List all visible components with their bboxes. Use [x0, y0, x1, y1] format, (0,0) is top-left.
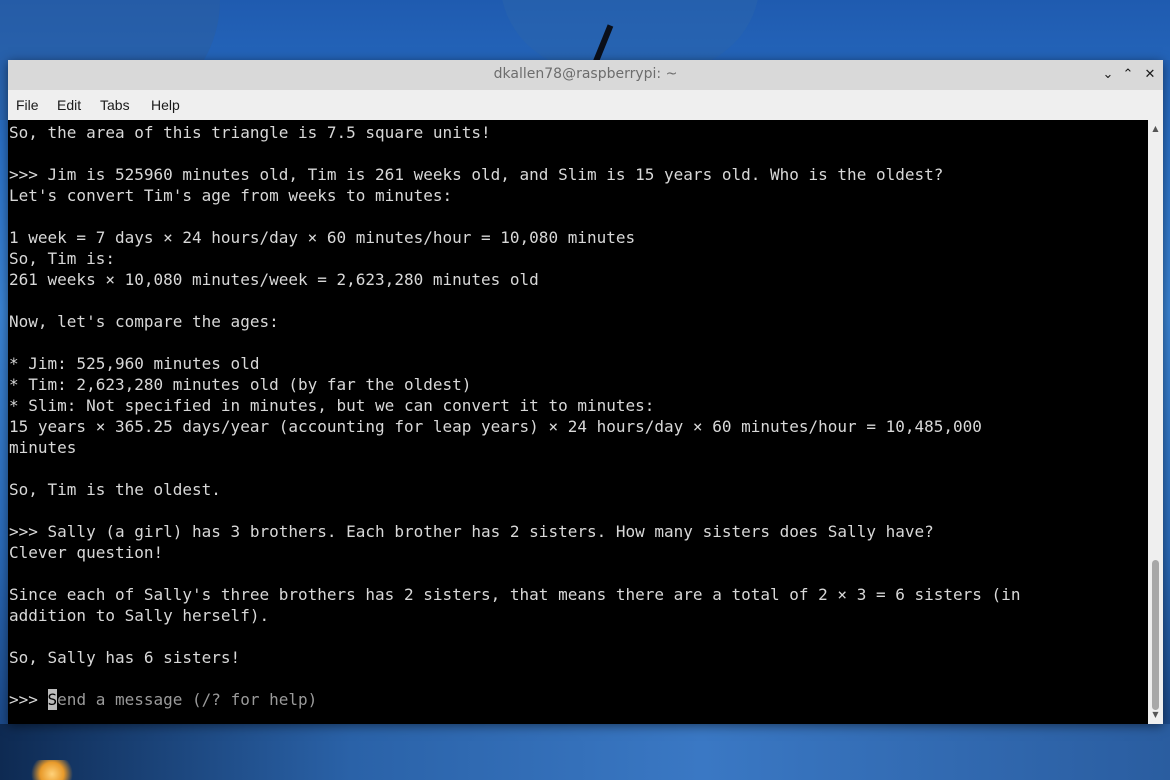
terminal-line: So, Sally has 6 sisters! [9, 648, 241, 667]
terminal-line: Since each of Sally's three brothers has… [9, 585, 1021, 604]
terminal-line: minutes [9, 438, 77, 457]
close-icon[interactable]: ✕ [1140, 64, 1160, 86]
terminal-window: dkallen78@raspberrypi: ~ ⌄ ⌃ ✕ File Edit… [8, 60, 1163, 724]
terminal-lines: So, the area of this triangle is 7.5 squ… [9, 122, 1020, 710]
terminal-output[interactable]: So, the area of this triangle is 7.5 squ… [8, 120, 1148, 724]
scroll-down-arrow-icon[interactable]: ▼ [1148, 710, 1163, 720]
desktop-wallpaper [0, 724, 1170, 780]
menu-bar: File Edit Tabs Help [8, 90, 1163, 120]
chevron-down-icon[interactable]: ⌄ [1098, 64, 1118, 86]
terminal-line: >>> Sally (a girl) has 3 brothers. Each … [9, 522, 934, 541]
terminal-line: Clever question! [9, 543, 164, 562]
prompt-marker: >>> [9, 690, 48, 709]
menu-file[interactable]: File [16, 97, 39, 113]
background-lantern [30, 760, 74, 780]
terminal-line: So, Tim is the oldest. [9, 480, 221, 499]
window-title: dkallen78@raspberrypi: ~ [493, 66, 678, 82]
terminal-line: >>> Jim is 525960 minutes old, Tim is 26… [9, 165, 944, 184]
terminal-line: Now, let's compare the ages: [9, 312, 279, 331]
terminal-line: * Tim: 2,623,280 minutes old (by far the… [9, 375, 472, 394]
terminal-line: So, Tim is: [9, 249, 115, 268]
input-prompt-row[interactable]: >>> Send a message (/? for help) [9, 689, 1020, 710]
input-placeholder: end a message (/? for help) [57, 690, 318, 709]
terminal-line: 15 years × 365.25 days/year (accounting … [9, 417, 982, 436]
terminal-line: addition to Sally herself). [9, 606, 270, 625]
terminal-line: 1 week = 7 days × 24 hours/day × 60 minu… [9, 228, 636, 247]
terminal-line: So, the area of this triangle is 7.5 squ… [9, 123, 491, 142]
scrollbar-thumb[interactable] [1152, 560, 1159, 710]
terminal-line: 261 weeks × 10,080 minutes/week = 2,623,… [9, 270, 539, 289]
menu-edit[interactable]: Edit [57, 97, 81, 113]
menu-tabs[interactable]: Tabs [100, 97, 130, 113]
chevron-up-icon[interactable]: ⌃ [1118, 64, 1138, 86]
terminal-line: Let's convert Tim's age from weeks to mi… [9, 186, 453, 205]
vertical-scrollbar[interactable]: ▲ ▼ [1148, 120, 1163, 724]
title-bar[interactable]: dkallen78@raspberrypi: ~ ⌄ ⌃ ✕ [8, 60, 1163, 91]
terminal-line: * Slim: Not specified in minutes, but we… [9, 396, 655, 415]
terminal-line: * Jim: 525,960 minutes old [9, 354, 260, 373]
text-cursor: S [47, 689, 58, 710]
menu-help[interactable]: Help [151, 97, 180, 113]
scroll-up-arrow-icon[interactable]: ▲ [1148, 124, 1163, 134]
